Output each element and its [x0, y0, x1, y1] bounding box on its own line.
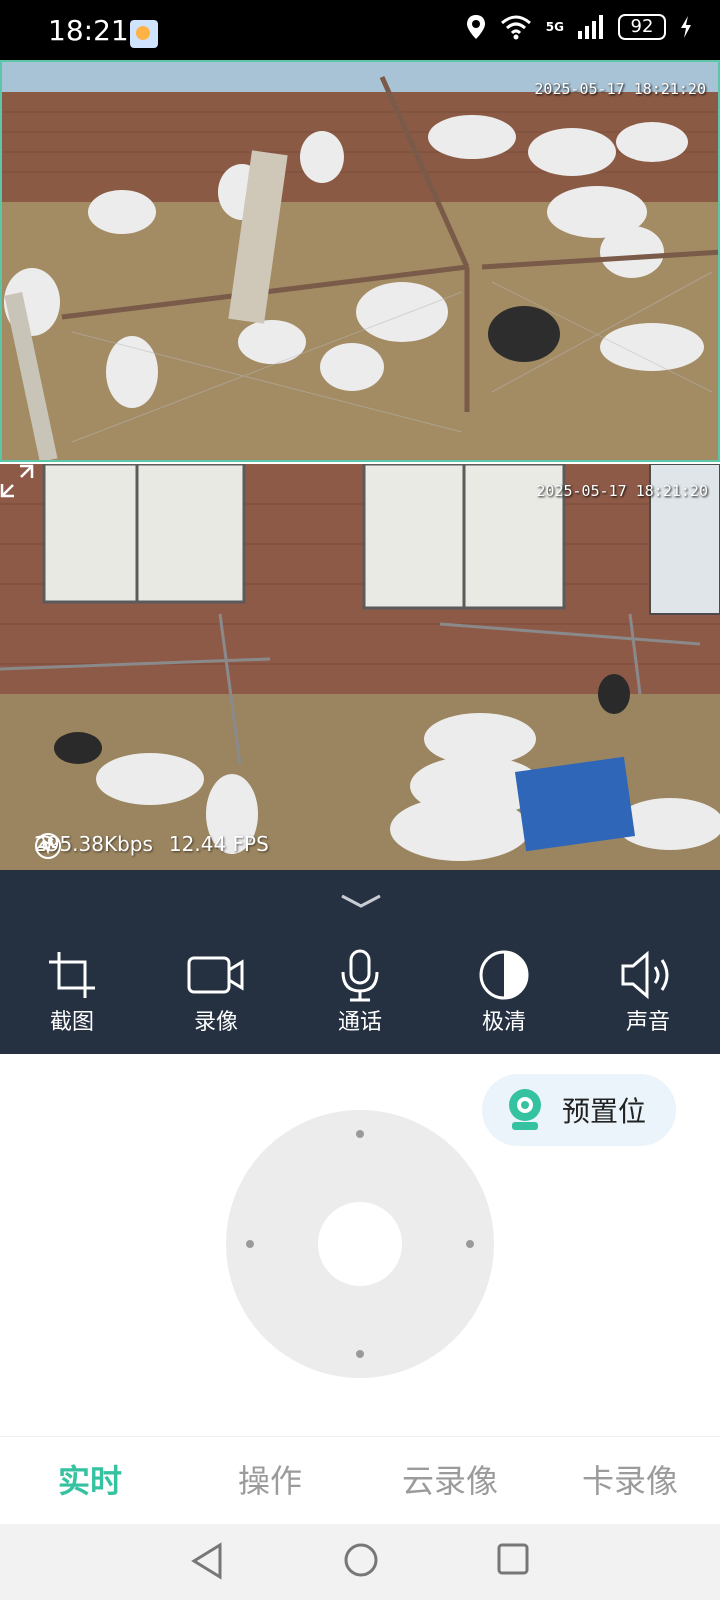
- charging-icon: [681, 16, 691, 38]
- camera-preset-icon: [509, 1089, 541, 1130]
- status-bar: 18:21 5G 92: [0, 0, 720, 60]
- joystick-right-dot[interactable]: [466, 1240, 474, 1248]
- camera-1-timestamp: 2025-05-17 18:21:20: [534, 80, 706, 98]
- tab-live[interactable]: 实时: [0, 1437, 180, 1525]
- tab-cloud-recording[interactable]: 云录像: [360, 1437, 540, 1525]
- wifi-icon: [500, 15, 531, 40]
- record-button[interactable]: 录像: [144, 948, 288, 1036]
- joystick-center[interactable]: [318, 1202, 402, 1286]
- status-icons: 5G 92: [466, 14, 692, 40]
- record-label: 录像: [193, 1010, 238, 1035]
- talk-button[interactable]: 通话: [288, 948, 432, 1036]
- sound-button[interactable]: 声音: [576, 948, 720, 1036]
- microphone-icon: [341, 949, 379, 1002]
- back-icon[interactable]: [190, 1542, 224, 1580]
- screenshot-button[interactable]: 截图: [0, 948, 144, 1036]
- signal-strength-icon: [36, 835, 54, 850]
- tab-operation[interactable]: 操作: [180, 1437, 360, 1525]
- stream-stats: 295.38Kbps 12.44 FPS: [34, 832, 269, 859]
- signal-icon: [578, 15, 603, 39]
- ptz-joystick[interactable]: [226, 1110, 494, 1378]
- sound-label: 声音: [625, 1010, 670, 1035]
- screenshot-label: 截图: [49, 1010, 94, 1035]
- preset-label: 预置位: [562, 1095, 647, 1128]
- joystick-down-dot[interactable]: [356, 1350, 364, 1358]
- network-label: 5G: [545, 20, 564, 34]
- control-panel: 截图 录像 通话 极清 声音: [0, 870, 720, 1054]
- video-camera-icon: [187, 956, 244, 994]
- fps-value: 12.44 FPS: [168, 832, 269, 856]
- joystick-up-dot[interactable]: [356, 1130, 364, 1138]
- location-icon: [466, 15, 485, 39]
- camera-1-image: [2, 62, 718, 460]
- talk-label: 通话: [337, 1010, 382, 1035]
- camera-feed-2[interactable]: 2025-05-17 18:21:20 295.38Kbps 12.44 FPS: [0, 464, 720, 870]
- home-icon[interactable]: [343, 1542, 379, 1578]
- fullscreen-icon[interactable]: [0, 464, 34, 498]
- battery-level: 92: [618, 14, 666, 40]
- preset-button[interactable]: 预置位: [482, 1074, 676, 1146]
- camera-2-image: [0, 464, 720, 870]
- control-buttons: 截图 录像 通话 极清 声音: [0, 948, 720, 1036]
- quality-button[interactable]: 极清: [432, 948, 576, 1036]
- bottom-tab-bar: 实时 操作 云录像 卡录像: [0, 1436, 720, 1525]
- status-time: 18:21: [48, 14, 129, 47]
- system-nav-bar: [0, 1524, 720, 1600]
- weather-icon: [130, 20, 158, 48]
- speaker-icon: [621, 950, 669, 1000]
- camera-2-timestamp: 2025-05-17 18:21:20: [536, 482, 708, 500]
- quality-label: 极清: [481, 1010, 526, 1035]
- camera-feed-1[interactable]: 2025-05-17 18:21:20: [0, 60, 720, 462]
- chevron-down-icon[interactable]: [340, 892, 382, 912]
- recents-icon[interactable]: [496, 1542, 530, 1576]
- joystick-left-dot[interactable]: [246, 1240, 254, 1248]
- contrast-icon: [479, 950, 529, 1000]
- tab-card-recording[interactable]: 卡录像: [540, 1437, 720, 1525]
- crop-icon: [49, 952, 95, 998]
